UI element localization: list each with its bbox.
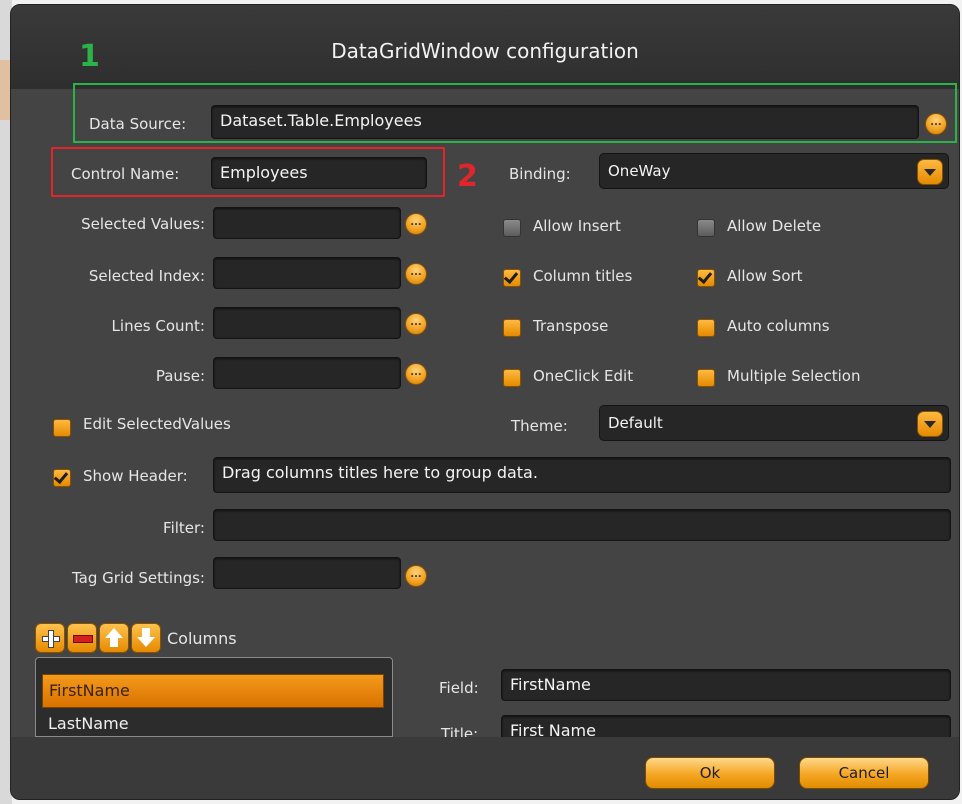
- data-source-label: Data Source:: [89, 115, 187, 133]
- list-item[interactable]: FirstName: [42, 674, 384, 708]
- oneclick-edit-label: OneClick Edit: [533, 367, 634, 385]
- remove-column-minus-icon[interactable]: [67, 623, 97, 653]
- edit-selected-values-checkbox[interactable]: [53, 419, 71, 437]
- allow-sort-label: Allow Sort: [727, 267, 803, 285]
- columns-list[interactable]: FirstName LastName: [35, 657, 393, 737]
- theme-label: Theme:: [511, 417, 568, 435]
- move-down-arrow-down-icon[interactable]: [131, 623, 161, 653]
- multiple-selection-checkbox[interactable]: [697, 369, 715, 387]
- control-name-label: Control Name:: [71, 165, 180, 183]
- checkmark-icon: [503, 268, 519, 285]
- multiple-selection-label: Multiple Selection: [727, 367, 861, 385]
- allow-sort-checkbox[interactable]: [697, 268, 715, 287]
- list-item[interactable]: LastName: [42, 708, 384, 736]
- lines-count-field[interactable]: [213, 307, 401, 339]
- allow-delete-label: Allow Delete: [727, 217, 822, 235]
- auto-columns-checkbox[interactable]: [697, 319, 715, 337]
- binding-label: Binding:: [509, 165, 571, 183]
- cancel-button[interactable]: Cancel: [799, 757, 929, 789]
- oneclick-edit-checkbox[interactable]: [503, 369, 521, 387]
- column-titles-checkbox[interactable]: [503, 268, 521, 287]
- field-label: Field:: [439, 679, 479, 697]
- field-input[interactable]: FirstName: [501, 669, 951, 701]
- config-dialog: DataGridWindow configuration 1 2 Data So…: [10, 4, 960, 800]
- columns-header: Columns: [167, 629, 237, 648]
- binding-chevron-down-icon[interactable]: [917, 159, 943, 185]
- binding-select[interactable]: OneWay: [599, 153, 949, 189]
- pause-field[interactable]: [213, 357, 401, 389]
- annotation-number-2: 2: [457, 159, 478, 194]
- selected-values-browse-button[interactable]: ...: [405, 213, 427, 235]
- checkmark-icon: [53, 468, 69, 485]
- show-header-checkbox[interactable]: [53, 468, 71, 487]
- lines-count-browse-button[interactable]: ...: [405, 313, 427, 335]
- annotation-number-1: 1: [79, 39, 100, 74]
- checkmark-icon: [697, 268, 713, 285]
- tag-grid-settings-browse-button[interactable]: ...: [405, 565, 427, 587]
- theme-select[interactable]: Default: [599, 405, 949, 441]
- auto-columns-label: Auto columns: [727, 317, 830, 335]
- selected-index-label: Selected Index:: [88, 267, 205, 285]
- show-header-field[interactable]: Drag columns titles here to group data.: [213, 457, 951, 493]
- data-source-field[interactable]: Dataset.Table.Employees: [211, 105, 919, 139]
- pause-label: Pause:: [155, 367, 205, 385]
- tag-grid-settings-field[interactable]: [213, 557, 401, 589]
- dialog-title: DataGridWindow configuration: [331, 39, 639, 63]
- add-column-plus-icon[interactable]: [35, 623, 65, 653]
- allow-insert-checkbox[interactable]: [503, 219, 521, 237]
- selected-index-browse-button[interactable]: ...: [405, 263, 427, 285]
- pause-browse-button[interactable]: ...: [405, 363, 427, 385]
- theme-chevron-down-icon[interactable]: [917, 411, 943, 437]
- filter-field[interactable]: [213, 509, 951, 541]
- lines-count-label: Lines Count:: [111, 317, 205, 335]
- control-name-field[interactable]: Employees: [211, 157, 427, 189]
- selected-index-field[interactable]: [213, 257, 401, 289]
- data-source-browse-button[interactable]: ...: [925, 113, 947, 135]
- selected-values-field[interactable]: [213, 207, 401, 239]
- title-bar: DataGridWindow configuration: [11, 5, 959, 89]
- transpose-label: Transpose: [533, 317, 609, 335]
- filter-label: Filter:: [163, 519, 205, 537]
- show-header-label: Show Header:: [83, 467, 188, 485]
- edit-selected-values-label: Edit SelectedValues: [83, 415, 231, 433]
- allow-insert-label: Allow Insert: [533, 217, 621, 235]
- move-up-arrow-up-icon[interactable]: [99, 623, 129, 653]
- transpose-checkbox[interactable]: [503, 319, 521, 337]
- tag-grid-settings-label: Tag Grid Settings:: [72, 569, 205, 587]
- ok-button[interactable]: Ok: [645, 757, 775, 789]
- allow-delete-checkbox[interactable]: [697, 219, 715, 237]
- selected-values-label: Selected Values:: [81, 215, 205, 233]
- column-titles-label: Column titles: [533, 267, 633, 285]
